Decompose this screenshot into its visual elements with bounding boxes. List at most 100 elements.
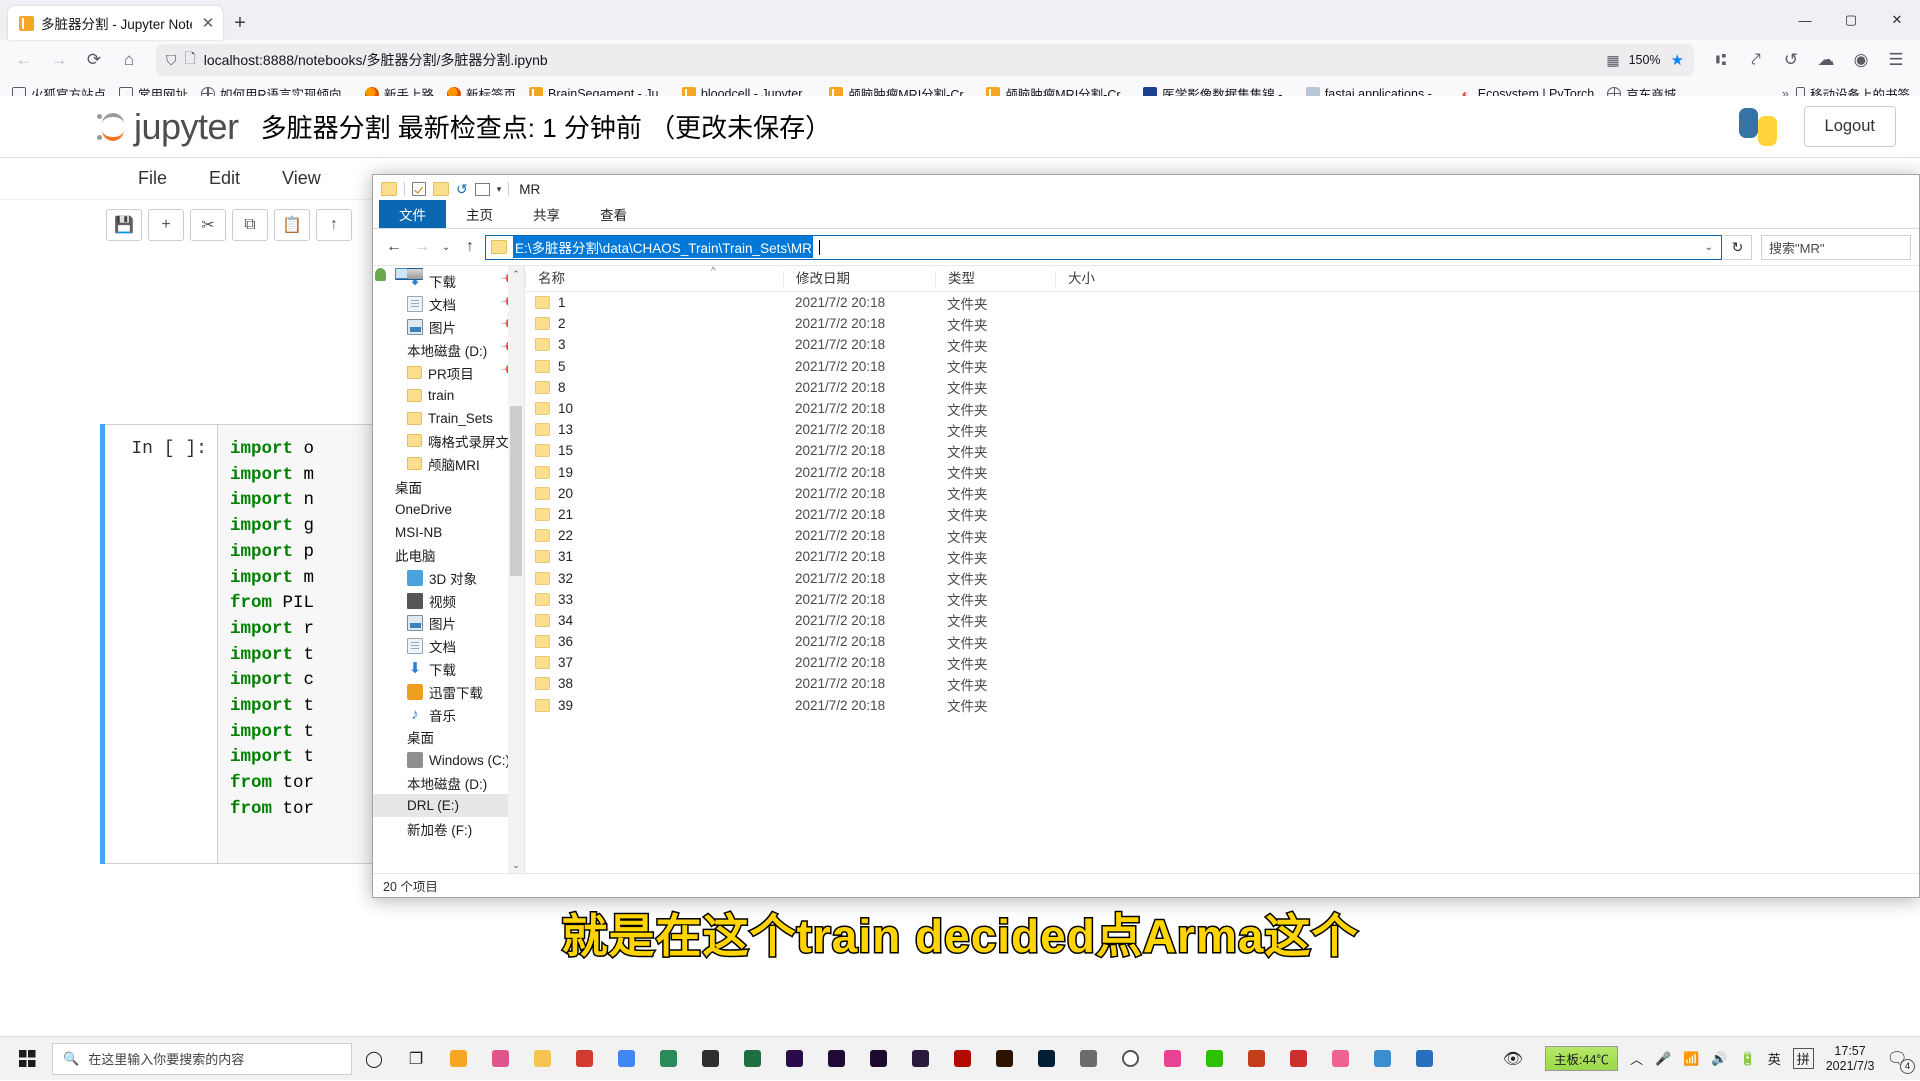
pocket-icon[interactable]: ⤤ (1740, 44, 1772, 76)
nav-item[interactable]: OneDrive (373, 498, 524, 521)
nav-item[interactable]: 桌面 (373, 726, 524, 749)
eye-icon[interactable]: 👁 (1493, 1039, 1533, 1079)
browser-tab[interactable]: 多脏器分割 - Jupyter Notebo ✕ (8, 6, 223, 40)
nav-item[interactable]: 3D 对象 (373, 566, 524, 589)
nav-item[interactable]: 文档📌 (373, 293, 524, 316)
table-row[interactable]: 322021/7/2 20:18文件夹 (525, 567, 1919, 588)
properties-icon[interactable] (412, 182, 426, 196)
scroll-up-icon[interactable]: ⌃ (508, 266, 524, 282)
forward-icon[interactable]: → (43, 44, 75, 76)
app-window[interactable] (1362, 1039, 1402, 1079)
copy-icon[interactable]: ⧉ (232, 209, 268, 241)
scroll-thumb[interactable] (510, 406, 522, 576)
account-icon[interactable]: ☁ (1810, 44, 1842, 76)
nav-item[interactable]: 迅雷下载 (373, 680, 524, 703)
ribbon-tab-0[interactable]: 文件 (379, 200, 446, 228)
table-row[interactable]: 12021/7/2 20:18文件夹 (525, 292, 1919, 313)
table-row[interactable]: 82021/7/2 20:18文件夹 (525, 377, 1919, 398)
nav-item[interactable]: Windows (C:) (373, 749, 524, 772)
nav-item[interactable]: 此电脑 (373, 544, 524, 567)
wifi-icon[interactable]: 📶 (1683, 1051, 1699, 1067)
app-wechat[interactable] (1194, 1039, 1234, 1079)
notebook-title[interactable]: 多脏器分割 最新检查点: 1 分钟前 （更改未保存） (261, 108, 832, 145)
table-row[interactable]: 22021/7/2 20:18文件夹 (525, 313, 1919, 334)
table-row[interactable]: 212021/7/2 20:18文件夹 (525, 504, 1919, 525)
table-row[interactable]: 362021/7/2 20:18文件夹 (525, 631, 1919, 652)
address-bar[interactable]: ⛉ 🗋 localhost:8888/notebooks/多脏器分割/多脏器分割… (156, 44, 1694, 76)
table-row[interactable]: 332021/7/2 20:18文件夹 (525, 589, 1919, 610)
table-row[interactable]: 312021/7/2 20:18文件夹 (525, 546, 1919, 567)
explorer-nav-pane[interactable]: 下载📌文档📌图片📌本地磁盘 (D:)📌PR项目📌trainTrain_Sets嗨… (373, 266, 525, 873)
nav-item[interactable]: Train_Sets (373, 407, 524, 430)
bookmark-star-icon[interactable]: ★ (1671, 51, 1684, 69)
tray-chevron-icon[interactable]: ︿ (1630, 1049, 1643, 1068)
app-excel[interactable] (732, 1039, 772, 1079)
new-tab-button[interactable]: + (223, 6, 257, 40)
maximize-icon[interactable]: ▢ (1828, 0, 1874, 40)
app-music[interactable] (1320, 1039, 1360, 1079)
ribbon-tab-1[interactable]: 主页 (446, 200, 513, 228)
nav-item[interactable]: 音乐 (373, 703, 524, 726)
table-row[interactable]: 382021/7/2 20:18文件夹 (525, 673, 1919, 694)
folder-icon[interactable] (381, 182, 397, 196)
list-view-icon[interactable] (475, 183, 490, 196)
nav-item[interactable]: 颅脑MRI (373, 452, 524, 475)
table-row[interactable]: 222021/7/2 20:18文件夹 (525, 525, 1919, 546)
app-menu-icon[interactable]: ☰ (1880, 44, 1912, 76)
nav-item[interactable]: MSI-NB (373, 521, 524, 544)
nav-item[interactable]: 视频 (373, 589, 524, 612)
nav-item[interactable]: 下载 (373, 658, 524, 681)
microphone-icon[interactable]: 🎤 (1655, 1051, 1671, 1067)
save-icon[interactable]: 💾 (106, 209, 142, 241)
volume-icon[interactable]: 🔊 (1711, 1051, 1727, 1067)
home-icon[interactable]: ⌂ (113, 44, 145, 76)
app-powerpoint[interactable] (1236, 1039, 1276, 1079)
table-row[interactable]: 392021/7/2 20:18文件夹 (525, 695, 1919, 716)
start-button[interactable] (4, 1037, 50, 1081)
notification-center-icon[interactable]: 🗨4 (1886, 1049, 1908, 1069)
recent-locations-icon[interactable]: ⌄ (437, 234, 455, 260)
app-aftereffects[interactable] (816, 1039, 856, 1079)
app-camtasia[interactable] (648, 1039, 688, 1079)
column-header-0[interactable]: 名称 (525, 271, 783, 287)
taskbar-search-input[interactable]: 🔍 在这里输入你要搜索的内容 (52, 1043, 352, 1075)
battery-icon[interactable]: 🔋 (1740, 1051, 1756, 1067)
app-illustrator[interactable] (984, 1039, 1024, 1079)
menu-file[interactable]: File (122, 164, 183, 193)
menu-view[interactable]: View (266, 164, 337, 193)
new-folder-icon[interactable] (433, 182, 449, 196)
clock[interactable]: 17:57 2021/7/3 (1826, 1044, 1875, 1074)
library-icon[interactable]: ⑆ (1705, 44, 1737, 76)
column-header-2[interactable]: 类型 (935, 271, 1055, 287)
table-row[interactable]: 52021/7/2 20:18文件夹 (525, 356, 1919, 377)
minimize-icon[interactable]: — (1782, 0, 1828, 40)
app-media-encoder[interactable] (858, 1039, 898, 1079)
app-chrome[interactable] (606, 1039, 646, 1079)
app-pdf-red[interactable] (564, 1039, 604, 1079)
table-row[interactable]: 32021/7/2 20:18文件夹 (525, 334, 1919, 355)
table-row[interactable]: 102021/7/2 20:18文件夹 (525, 398, 1919, 419)
paste-icon[interactable]: 📋 (274, 209, 310, 241)
app-jupyter[interactable] (1068, 1039, 1108, 1079)
ribbon-tab-3[interactable]: 查看 (580, 200, 647, 228)
reload-icon[interactable]: ⟳ (78, 44, 110, 76)
table-row[interactable]: 202021/7/2 20:18文件夹 (525, 483, 1919, 504)
cortana-icon[interactable]: ◯ (354, 1039, 394, 1079)
app-premiere[interactable] (774, 1039, 814, 1079)
app-colorful[interactable] (1152, 1039, 1192, 1079)
address-dropdown-icon[interactable]: ⌄ (1705, 242, 1717, 253)
window-close-icon[interactable]: ✕ (1874, 0, 1920, 40)
close-icon[interactable]: ✕ (199, 16, 217, 31)
table-row[interactable]: 342021/7/2 20:18文件夹 (525, 610, 1919, 631)
app-circle[interactable] (1110, 1039, 1150, 1079)
nav-item[interactable]: DRL (E:) (373, 794, 524, 817)
nav-item[interactable]: PR项目📌 (373, 361, 524, 384)
ime-mode-icon[interactable]: 拼 (1793, 1048, 1814, 1069)
app-firefox[interactable] (480, 1039, 520, 1079)
scroll-down-icon[interactable]: ⌄ (508, 857, 524, 873)
ribbon-tab-2[interactable]: 共享 (513, 200, 580, 228)
nav-scrollbar[interactable]: ⌃ ⌄ (508, 266, 524, 873)
back-icon[interactable]: ← (8, 44, 40, 76)
nav-item[interactable]: train (373, 384, 524, 407)
cut-icon[interactable]: ✂ (190, 209, 226, 241)
